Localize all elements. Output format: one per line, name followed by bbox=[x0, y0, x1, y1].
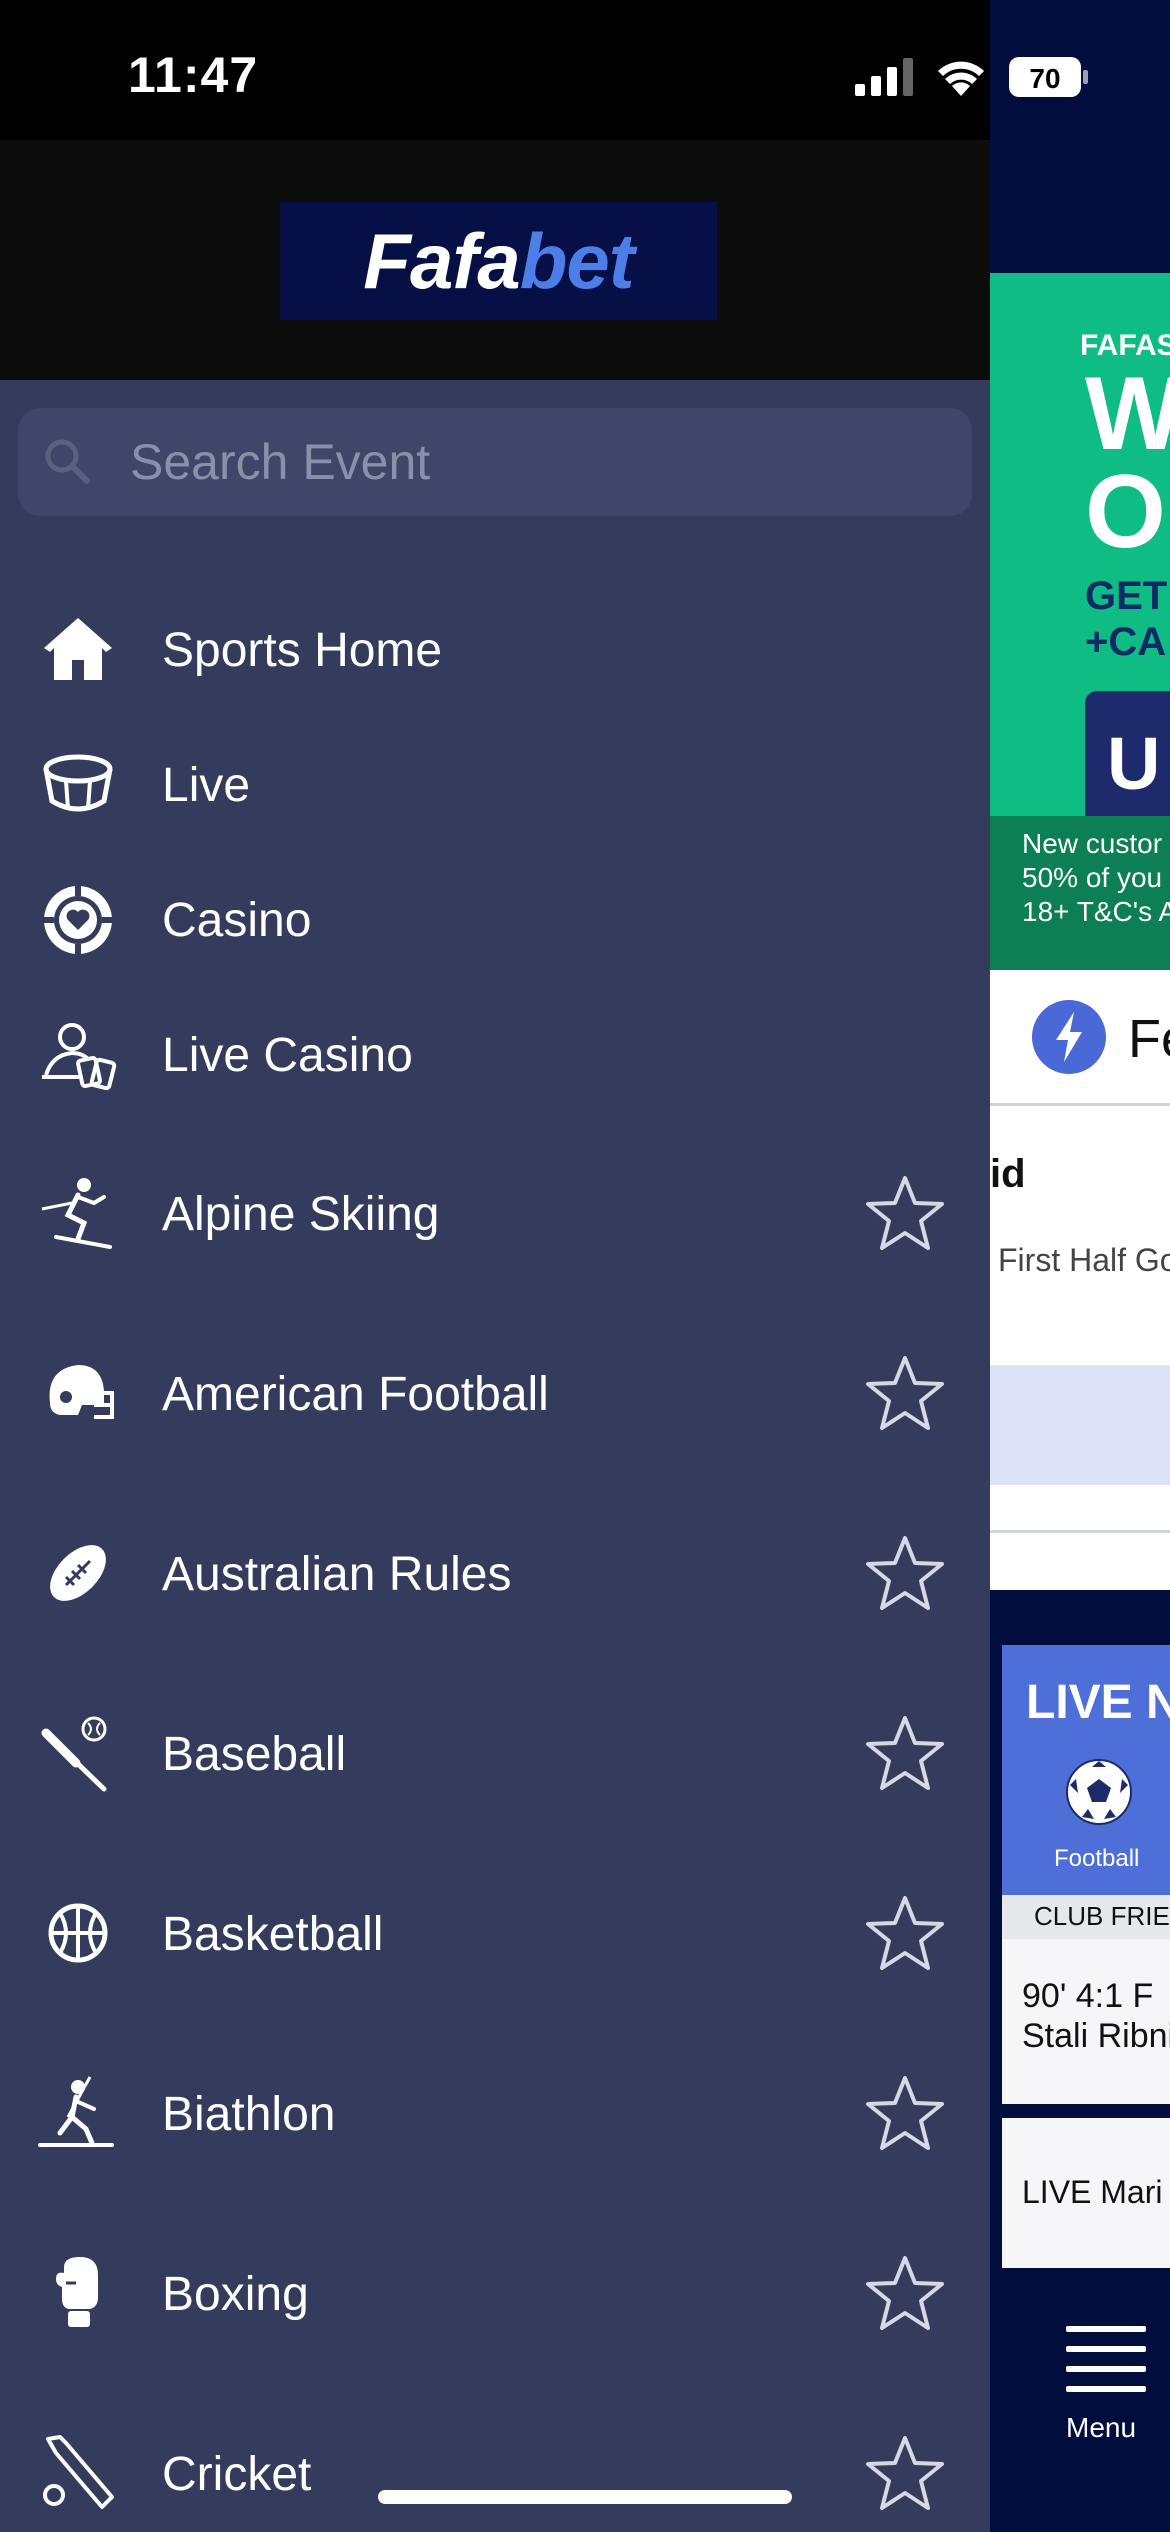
favorite-star-icon[interactable] bbox=[864, 2433, 946, 2515]
home-indicator[interactable] bbox=[378, 2490, 792, 2504]
cricket-icon bbox=[43, 2435, 114, 2509]
menu-item-biathlon[interactable]: Biathlon bbox=[0, 2073, 990, 2155]
promo-cta-button[interactable]: U bbox=[1085, 691, 1170, 831]
live-now-header[interactable]: LIVE N Football bbox=[1002, 1645, 1170, 1895]
live-casino-icon bbox=[42, 1023, 117, 1091]
boxing-glove-icon bbox=[56, 2257, 98, 2327]
match-status: LIVE Mari bbox=[1022, 2174, 1163, 2210]
side-drawer: Fafabet Sports Home Live bbox=[0, 140, 990, 2532]
cellular-signal-icon bbox=[855, 58, 913, 96]
menu-label: Menu bbox=[1066, 2412, 1137, 2443]
menu-item-label: Casino bbox=[162, 893, 312, 947]
home-icon bbox=[44, 618, 112, 680]
casino-chip-icon bbox=[44, 886, 112, 954]
featured-odds-row[interactable] bbox=[990, 1365, 1170, 1485]
live-match-card[interactable]: 90' 4:1 F Stali Ribnit bbox=[1002, 1939, 1170, 2104]
divider bbox=[990, 1103, 1170, 1106]
featured-section: Fe id First Half Go bbox=[990, 970, 1170, 1590]
favorite-star-icon[interactable] bbox=[864, 1713, 946, 1795]
favorite-star-icon[interactable] bbox=[864, 2073, 946, 2155]
football-icon bbox=[1066, 1759, 1132, 1825]
favorite-star-icon[interactable] bbox=[864, 1173, 946, 1255]
match-score: 90' 4:1 F bbox=[1022, 1977, 1154, 2015]
promo-subheadline: GET +CA bbox=[1085, 574, 1168, 664]
featured-event-name: id bbox=[990, 1152, 1026, 1196]
status-time: 11:47 bbox=[128, 47, 259, 103]
hamburger-menu-icon bbox=[1066, 2326, 1146, 2392]
favorite-star-icon[interactable] bbox=[864, 1353, 946, 1435]
menu-item-live[interactable]: Live bbox=[0, 745, 990, 825]
favorite-star-icon[interactable] bbox=[864, 2253, 946, 2335]
stadium-icon bbox=[43, 754, 113, 812]
featured-title: Fe bbox=[1128, 1009, 1170, 1069]
menu-item-sports-home[interactable]: Sports Home bbox=[0, 610, 990, 690]
status-bar: 11:47 bbox=[0, 0, 990, 140]
brand-logo[interactable]: Fafabet bbox=[280, 202, 717, 320]
league-header: CLUB FRIE bbox=[1002, 1895, 1170, 1939]
status-bar-page-bg: 70 bbox=[990, 0, 1170, 140]
australian-rules-ball-icon bbox=[50, 1545, 106, 1601]
menu-item-label: Baseball bbox=[162, 1727, 347, 1781]
lightning-icon bbox=[1032, 1000, 1106, 1074]
favorite-star-icon[interactable] bbox=[864, 1893, 946, 1975]
divider bbox=[990, 1530, 1170, 1533]
wifi-icon bbox=[938, 61, 984, 96]
bottom-menu-button[interactable]: Menu bbox=[990, 2282, 1170, 2532]
promo-banner[interactable]: FAFAS W O GET +CA U bbox=[990, 273, 1170, 831]
search-bar[interactable] bbox=[18, 408, 972, 516]
menu-item-casino[interactable]: Casino bbox=[0, 880, 990, 960]
menu-item-label: Alpine Skiing bbox=[162, 1187, 440, 1241]
sport-label: Football bbox=[1054, 1845, 1140, 1872]
menu-item-label: Live bbox=[162, 758, 251, 812]
search-input[interactable] bbox=[130, 408, 950, 516]
alpine-skiing-icon bbox=[41, 1178, 112, 1249]
menu-item-label: Cricket bbox=[162, 2447, 312, 2501]
menu-item-basketball[interactable]: Basketball bbox=[0, 1893, 990, 1975]
background-page: FAFAS W O GET +CA U New custor 50% of yo… bbox=[990, 140, 1170, 2532]
basketball-icon bbox=[48, 1903, 108, 1963]
menu-item-label: Sports Home bbox=[162, 623, 443, 677]
live-now-title: LIVE N bbox=[1026, 1676, 1170, 1729]
menu-item-boxing[interactable]: Boxing bbox=[0, 2253, 990, 2335]
drawer-header: Fafabet bbox=[0, 140, 990, 380]
battery-icon: 70 bbox=[1009, 57, 1088, 97]
menu-item-baseball[interactable]: Baseball bbox=[0, 1713, 990, 1795]
menu-item-label: American Football bbox=[162, 1367, 549, 1421]
menu-item-alpine-skiing[interactable]: Alpine Skiing bbox=[0, 1173, 990, 1255]
favorite-star-icon[interactable] bbox=[864, 1533, 946, 1615]
menu-item-label: Australian Rules bbox=[162, 1547, 512, 1601]
logo-text: Fafabet bbox=[363, 216, 634, 305]
menu-item-live-casino[interactable]: Live Casino bbox=[0, 1015, 990, 1095]
menu-item-australian-rules[interactable]: Australian Rules bbox=[0, 1533, 990, 1615]
football-helmet-icon bbox=[49, 1365, 114, 1419]
promo-headline: W O bbox=[1085, 356, 1170, 570]
menu-item-label: Live Casino bbox=[162, 1028, 413, 1082]
menu-item-label: Basketball bbox=[162, 1907, 384, 1961]
battery-level: 70 bbox=[1029, 63, 1060, 94]
featured-market: First Half Go bbox=[998, 1242, 1170, 1278]
search-icon bbox=[45, 439, 90, 484]
match-team: Stali Ribnit bbox=[1022, 2017, 1170, 2055]
menu-item-american-football[interactable]: American Football bbox=[0, 1353, 990, 1435]
promo-terms: New custor 50% of you 18+ T&C's A bbox=[990, 816, 1170, 970]
live-match-card[interactable]: LIVE Mari bbox=[1002, 2118, 1170, 2268]
menu-item-label: Boxing bbox=[162, 2267, 309, 2321]
menu-item-label: Biathlon bbox=[162, 2087, 336, 2141]
baseball-icon bbox=[41, 1716, 107, 1792]
biathlon-icon bbox=[38, 2076, 114, 2147]
